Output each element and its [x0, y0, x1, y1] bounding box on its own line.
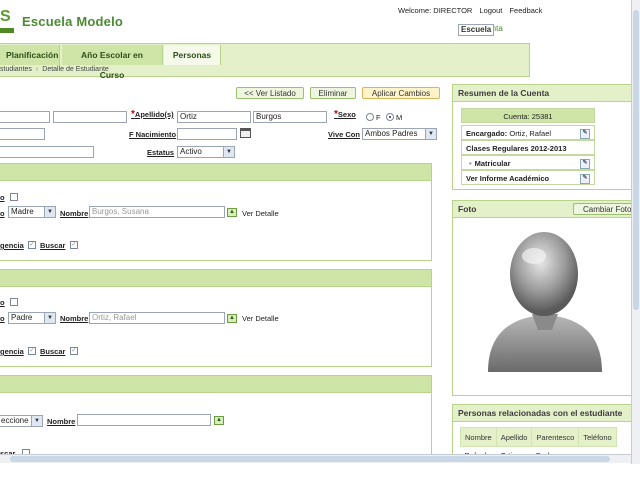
sexo-m-label: M [396, 113, 403, 122]
id-input[interactable] [0, 128, 45, 140]
parent2-rel-select[interactable]: Padre ▼ [8, 312, 56, 324]
tab-planificacion[interactable]: Planificación [0, 45, 60, 65]
chevron-down-icon: ▼ [425, 129, 436, 139]
breadcrumb-arrow: › [35, 66, 39, 73]
col-apellido[interactable]: Apellido [495, 427, 533, 447]
parent2-emergencia-checkbox[interactable]: ✓ [28, 347, 36, 355]
parent3-nombre-label: Nombre [47, 417, 76, 426]
parent1-nombre-input[interactable]: Burgos, Susana [89, 206, 225, 218]
school-logo: S [0, 8, 14, 36]
parent2-buscar-checkbox[interactable]: ✓ [70, 347, 78, 355]
parent2-nombre-label: Nombre [60, 314, 89, 323]
middle-name-input[interactable] [53, 111, 127, 123]
parent1-checkbox[interactable] [10, 193, 18, 201]
apellido1-input[interactable]: Ortiz [177, 111, 251, 123]
logo-letter: S [0, 8, 11, 25]
email-input[interactable] [0, 146, 94, 158]
parent1-rel-select[interactable]: Madre ▼ [8, 206, 56, 218]
back-to-list-button[interactable]: << Ver Listado [236, 87, 304, 99]
scrollbar-thumb[interactable] [633, 10, 639, 310]
apellido2-input[interactable]: Burgos [253, 111, 327, 123]
account-summary-header: Resumen de la Cuenta [453, 85, 631, 102]
col-parentesco[interactable]: Parentesco [531, 427, 580, 447]
breadcrumb-parent[interactable]: studiantes [0, 66, 32, 73]
related-persons-header: Personas relacionadas con el estudiante [453, 405, 631, 422]
panel-header [0, 164, 431, 181]
scrollbar-thumb[interactable] [10, 456, 610, 462]
parent1-ver-detalle[interactable]: Ver Detalle [242, 209, 279, 218]
vivecon-select[interactable]: Ambos Padres ▼ [362, 128, 437, 140]
expand-icon[interactable]: ▲ [227, 314, 237, 323]
top-links: Welcome: DIRECTOR Logout Feedback [398, 6, 547, 15]
apellidos-label: *Apellido(s) [131, 109, 174, 120]
calendar-icon[interactable] [240, 128, 251, 138]
feedback-link[interactable]: Feedback [509, 6, 542, 15]
panel-header [0, 270, 431, 287]
parent1-nombre-label: Nombre [60, 209, 89, 218]
edit-icon[interactable]: ✎ [580, 159, 590, 169]
parent2-row1-label: o [0, 298, 5, 307]
col-telefono[interactable]: Teléfono [578, 427, 617, 447]
parent2-nombre-input[interactable]: Ortiz, Rafael [89, 312, 225, 324]
report-icon[interactable]: ✎ [580, 174, 590, 184]
tab-personas[interactable]: Personas [164, 45, 221, 65]
account-number: Cuenta: 25381 [461, 108, 595, 123]
account-encargado[interactable]: Encargado: Ortiz, Rafael ✎ [461, 125, 595, 140]
parent2-ver-detalle[interactable]: Ver Detalle [242, 314, 279, 323]
parent1-buscar-checkbox[interactable]: ✓ [70, 241, 78, 249]
birthdate-input[interactable] [177, 128, 237, 140]
sexo-f-radio[interactable] [366, 113, 374, 121]
expand-icon[interactable]: ▲ [214, 416, 224, 425]
estatus-select[interactable]: Activo ▼ [177, 146, 235, 158]
chevron-down-icon: ▼ [223, 147, 234, 157]
logout-link[interactable]: Logout [479, 6, 502, 15]
school-link[interactable]: Escuela [458, 24, 495, 36]
vertical-scrollbar[interactable] [631, 0, 640, 464]
welcome-text: Welcome: DIRECTOR [398, 6, 473, 15]
user-silhouette-icon [488, 232, 602, 372]
parent3-rel-select[interactable]: eccione - ▼ [0, 415, 43, 427]
parent2-checkbox[interactable] [10, 298, 18, 306]
estatus-label: Estatus [147, 148, 175, 157]
vivecon-label: Vive Con [328, 130, 360, 139]
user-links: Escuela | Mi Cuenta [458, 24, 503, 36]
parent1-buscar-label: Buscar [40, 241, 66, 250]
breadcrumb: studiantes › Detalle de Estudiante [0, 66, 109, 73]
fnacimiento-label: F Nacimiento [129, 130, 177, 139]
expand-icon[interactable]: ▲ [227, 208, 237, 217]
change-photo-button[interactable]: Cambiar Foto [573, 203, 631, 215]
apply-changes-button[interactable]: Aplicar Cambios [362, 87, 440, 99]
parent3-nombre-input[interactable] [77, 414, 211, 426]
chevron-down-icon: ▼ [44, 313, 55, 323]
delete-button[interactable]: Eliminar [310, 87, 356, 99]
account-clases: Clases Regulares 2012-2013 [461, 140, 595, 155]
chevron-down-icon: ▼ [31, 416, 42, 426]
parent2-emergencia-label: gencia [0, 347, 24, 356]
breadcrumb-current: Detalle de Estudiante [42, 66, 109, 73]
parent1-emergencia-label: gencia [0, 241, 24, 250]
parent1-row1-label: o [0, 193, 5, 202]
edit-icon[interactable]: ✎ [580, 129, 590, 139]
parent1-emergencia-checkbox[interactable]: ✓ [28, 241, 36, 249]
horizontal-scrollbar[interactable] [0, 454, 631, 463]
parent1-rel-label: o [0, 209, 5, 218]
sexo-f-label: F [376, 113, 381, 122]
tab-ano-escolar[interactable]: Año Escolar en Curso [62, 45, 163, 80]
sexo-m-radio[interactable] [386, 113, 394, 121]
account-matricular[interactable]: • Matricular ✎ [461, 155, 595, 170]
logo-bar [0, 28, 14, 33]
parent2-rel-label: o [0, 314, 5, 323]
panel-header [0, 376, 431, 393]
chevron-down-icon: ▼ [44, 207, 55, 217]
col-nombre[interactable]: Nombre [460, 427, 497, 447]
parent2-buscar-label: Buscar [40, 347, 66, 356]
app-title: Escuela Modelo [22, 14, 124, 29]
account-informe[interactable]: Ver Informe Académico ✎ [461, 170, 595, 185]
first-name-input[interactable] [0, 111, 50, 123]
sexo-label: *Sexo [334, 109, 356, 120]
